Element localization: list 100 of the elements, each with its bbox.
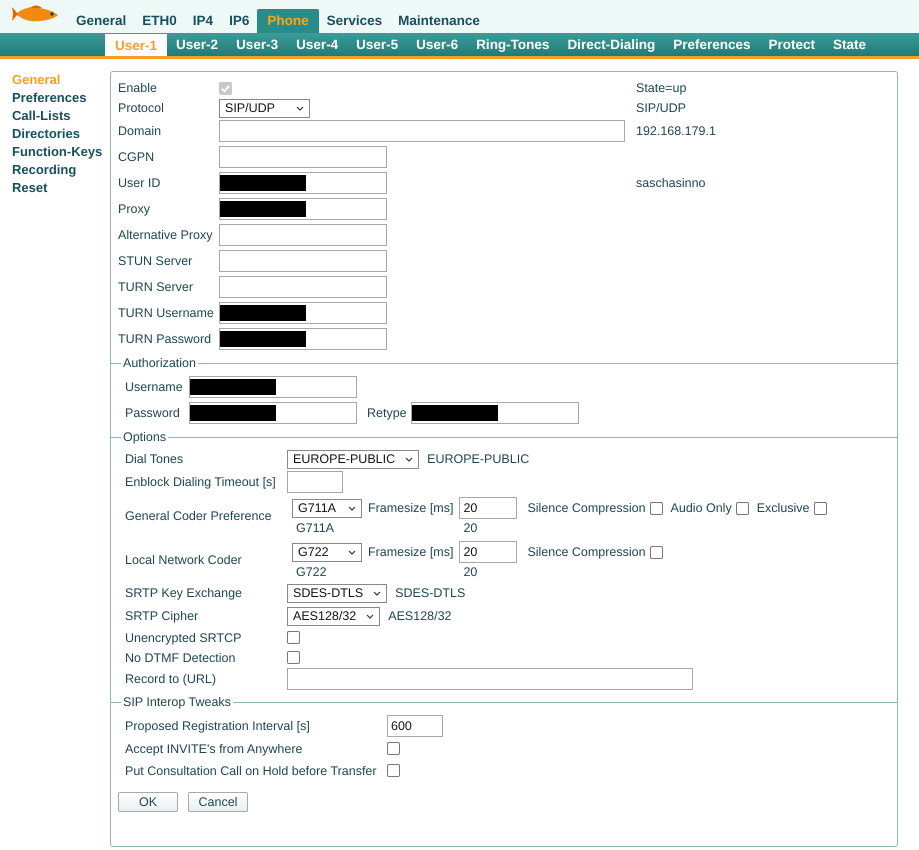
section-title: SIP Interop Tweaks	[122, 695, 232, 709]
field-label: Framesize [ms]	[368, 501, 454, 515]
field-label: Enblock Dialing Timeout [s]	[125, 475, 277, 489]
status-text: State=up	[636, 81, 686, 95]
input-field[interactable]	[219, 172, 387, 194]
current-value: G711A	[295, 521, 335, 535]
field-label: Protocol	[118, 101, 165, 115]
field-label: Record to (URL)	[125, 672, 217, 686]
sidebar-link[interactable]: Function-Keys	[12, 143, 110, 161]
section-title: Options	[122, 430, 168, 444]
caret-icon	[373, 590, 382, 596]
field-label: Password	[125, 406, 181, 420]
current-value: 20	[462, 521, 478, 535]
dropdown[interactable]: SDES-DTLS	[287, 584, 388, 602]
dropdown[interactable]: EUROPE-PUBLIC	[287, 450, 420, 468]
caret-icon	[405, 456, 414, 462]
input-field[interactable]: 600	[387, 715, 443, 737]
dropdown[interactable]: SIP/UDP	[219, 98, 310, 118]
nav-tab[interactable]: Maintenance	[390, 13, 488, 33]
form-button[interactable]: OK	[118, 792, 178, 812]
nav-tab[interactable]: Services	[318, 13, 390, 33]
status-text: SIP/UDP	[636, 101, 686, 115]
field-label: Accept INVITE's from Anywhere	[125, 742, 304, 756]
checkbox[interactable]	[287, 651, 300, 664]
sub-tab[interactable]: State	[824, 37, 876, 56]
checkbox[interactable]	[387, 764, 400, 777]
caret-icon	[366, 614, 374, 618]
field-label: Alternative Proxy	[118, 228, 214, 242]
section-title: Authorization	[122, 356, 197, 370]
checkbox[interactable]	[736, 502, 749, 514]
field-label: Proposed Registration Interval [s]	[125, 719, 311, 733]
checkbox[interactable]	[650, 546, 663, 558]
field-label: TURN Username	[118, 306, 215, 320]
input-field[interactable]	[189, 402, 357, 424]
sidebar-link[interactable]: Call-Lists	[12, 107, 110, 125]
nav-tab[interactable]: ETH0	[134, 13, 185, 33]
field-label: Dial Tones	[125, 452, 184, 466]
input-field[interactable]: 20	[459, 497, 518, 519]
field-label: TURN Server	[118, 280, 194, 294]
input-field[interactable]	[219, 250, 387, 272]
sub-tab[interactable]: Protect	[760, 37, 824, 56]
field-label: SRTP Key Exchange	[125, 586, 243, 600]
field-label: Local Network Coder	[125, 553, 243, 567]
dropdown[interactable]: G722	[292, 542, 362, 562]
input-field[interactable]: 20	[459, 541, 518, 563]
input-field[interactable]	[219, 120, 625, 142]
sidebar-link[interactable]: Reset	[12, 179, 110, 197]
input-field[interactable]	[219, 198, 387, 220]
status-text: saschasinno	[636, 176, 706, 190]
field-label: SRTP Cipher	[125, 609, 200, 623]
field-label: Exclusive	[756, 501, 810, 515]
form-button[interactable]: Cancel	[188, 792, 248, 812]
input-field[interactable]	[287, 471, 343, 493]
checkbox[interactable]	[387, 742, 400, 755]
input-field[interactable]	[219, 224, 387, 246]
sub-tab[interactable]: User-6	[407, 37, 468, 56]
dropdown[interactable]: G711A	[292, 498, 362, 518]
sidebar-link[interactable]: Directories	[12, 125, 110, 143]
sub-tab[interactable]: User-4	[287, 37, 348, 56]
field-label: TURN Password	[118, 332, 212, 346]
field-label: Silence Compression	[527, 501, 646, 515]
nav-tab[interactable]: IP4	[184, 13, 222, 33]
field-label: STUN Server	[118, 254, 194, 268]
status-text: 192.168.179.1	[636, 124, 716, 138]
sub-tab[interactable]: Direct-Dialing	[558, 37, 664, 56]
sidebar-link[interactable]: Recording	[12, 161, 110, 179]
field-label: CGPN	[118, 150, 156, 164]
caret-icon	[348, 550, 356, 554]
sub-tab[interactable]: Preferences	[664, 37, 760, 56]
sub-tab[interactable]: User-5	[347, 37, 408, 56]
input-field[interactable]	[410, 402, 579, 424]
sub-tab[interactable]: Ring-Tones	[467, 37, 558, 56]
field-label: Silence Compression	[527, 545, 646, 559]
current-value: 20	[462, 565, 478, 579]
nav-tab[interactable]: IP6	[221, 13, 258, 33]
field-label: Proxy	[118, 202, 151, 216]
current-value: EUROPE-PUBLIC	[427, 452, 530, 466]
field-label: General Coder Preference	[125, 509, 273, 523]
checkbox[interactable]	[814, 502, 826, 514]
field-label: Framesize [ms]	[368, 545, 454, 559]
input-field[interactable]	[219, 146, 387, 168]
caret-icon	[296, 106, 304, 110]
checkbox[interactable]	[650, 502, 663, 514]
field-label: Enable	[118, 81, 158, 95]
sub-tab[interactable]: User-3	[227, 37, 288, 56]
field-label: Username	[125, 380, 184, 394]
sidebar-link[interactable]: Preferences	[12, 89, 110, 107]
input-field[interactable]	[219, 302, 387, 324]
checkbox[interactable]	[287, 631, 300, 644]
input-field[interactable]	[189, 376, 357, 398]
current-value: SDES-DTLS	[395, 586, 466, 600]
nav-tab[interactable]: General	[68, 13, 134, 33]
sub-tab[interactable]: User-2	[167, 37, 228, 56]
field-label: Domain	[118, 124, 162, 138]
dropdown[interactable]: AES128/32	[287, 606, 380, 626]
input-field[interactable]	[219, 328, 387, 350]
field-label: User ID	[118, 176, 162, 190]
field-label: Put Consultation Call on Hold before Transfer	[125, 764, 378, 778]
input-field[interactable]	[219, 276, 387, 298]
input-field[interactable]	[287, 668, 693, 690]
